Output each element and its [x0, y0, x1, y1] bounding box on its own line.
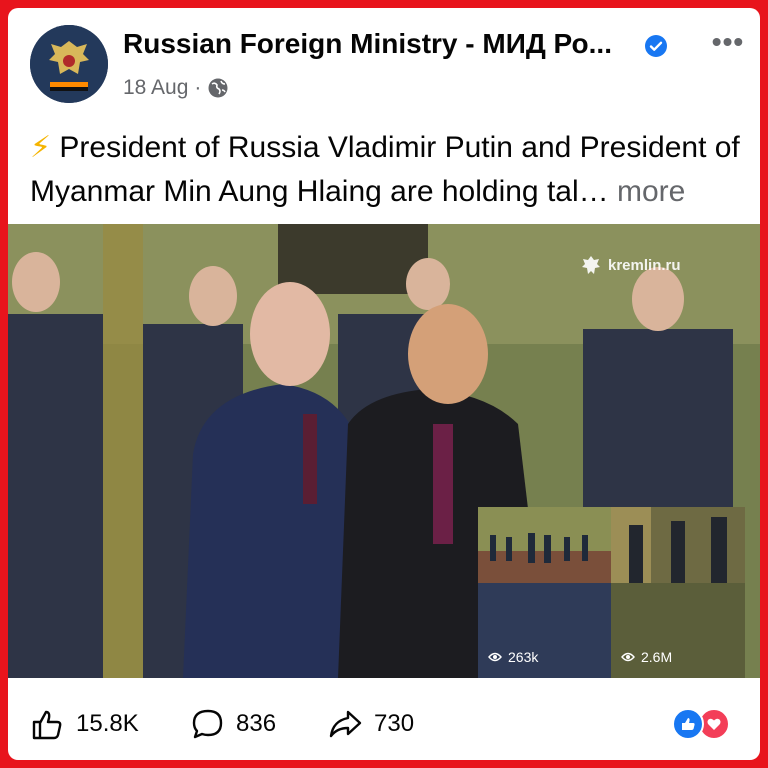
comment-bubble-icon	[192, 709, 223, 739]
verified-badge-icon	[645, 35, 667, 57]
comment-count: 836	[236, 710, 277, 737]
view-count: 2.6M	[621, 649, 672, 665]
share-arrow-icon	[329, 710, 362, 738]
like-button[interactable]: 15.8K	[30, 698, 139, 750]
globe-icon[interactable]	[207, 77, 229, 99]
eye-icon	[488, 652, 502, 662]
post-text: ⚡ President of Russia Vladimir Putin and…	[30, 126, 750, 214]
comment-button[interactable]: 836	[190, 698, 276, 750]
coat-of-arms-icon	[30, 25, 108, 103]
lightning-emoji: ⚡	[30, 131, 52, 164]
share-button[interactable]: 730	[328, 698, 414, 750]
guard-thumbnail-image	[611, 507, 745, 583]
view-count: 263k	[488, 649, 538, 665]
view-count-value: 263k	[508, 649, 539, 665]
page-avatar[interactable]	[30, 25, 108, 103]
video-thumbnail[interactable]: 2.6M	[611, 507, 745, 678]
eagle-logo-icon	[582, 256, 600, 274]
eye-icon	[621, 652, 635, 662]
hall-thumbnail-image	[478, 507, 612, 583]
post-photo[interactable]: kremlin.ru 263k 2.6M	[8, 224, 760, 678]
meta-separator: ·	[194, 76, 202, 99]
view-count-value: 2.6M	[641, 649, 673, 665]
kremlin-watermark: kremlin.ru	[580, 254, 681, 276]
see-more-link[interactable]: more	[617, 175, 685, 208]
post-actions: 15.8K 836 730	[8, 698, 760, 750]
more-options-icon[interactable]: •••	[708, 28, 748, 56]
share-count: 730	[374, 710, 415, 737]
thumbs-up-icon	[32, 710, 62, 740]
post-meta: 18 Aug ·	[123, 75, 229, 101]
page-name[interactable]: Russian Foreign Ministry - МИД Ро...	[123, 28, 643, 60]
post-date[interactable]: 18 Aug	[123, 76, 188, 100]
reaction-summary[interactable]	[672, 708, 740, 742]
like-count: 15.8K	[76, 710, 139, 737]
video-thumbnail[interactable]: 263k	[478, 507, 612, 678]
like-reaction-icon	[672, 708, 704, 740]
post-card: Russian Foreign Ministry - МИД Ро... •••…	[8, 8, 760, 760]
watermark-text: kremlin.ru	[608, 256, 681, 274]
